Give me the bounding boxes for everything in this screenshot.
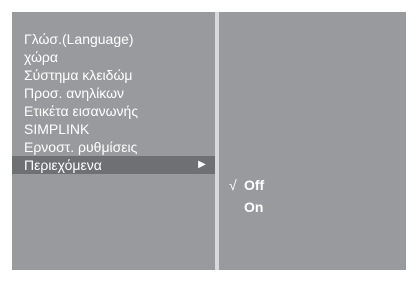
menu-item-factory-settings[interactable]: Ερνοστ. ρυθμίσεις [12,138,215,156]
menu-item-label: χώρα [24,49,58,65]
tv-menu-screen: Γλώσ.(Language) χώρα Σύστημα κλειδώμ Προ… [0,0,418,281]
contents-submenu: √ Off On [219,174,406,218]
submenu-option-on[interactable]: On [219,196,406,218]
menu-item-label: Σύστημα κλειδώμ [24,67,133,83]
submenu-option-label: On [244,199,264,215]
menu-item-simplink[interactable]: SIMPLINK [12,120,215,138]
menu-item-parental-control[interactable]: Προσ. ανηλίκων [12,84,215,102]
main-menu: Γλώσ.(Language) χώρα Σύστημα κλειδώμ Προ… [12,30,215,174]
submenu-option-label: Off [244,177,265,193]
right-triangle-icon: ▶ [198,159,206,170]
menu-item-label: Προσ. ανηλίκων [24,85,125,101]
menu-item-label: Γλώσ.(Language) [24,31,134,47]
menu-item-language[interactable]: Γλώσ.(Language) [12,30,215,48]
menu-item-contents[interactable]: Περιεχόμενα ▶ [12,156,215,174]
menu-item-label: Ετικέτα εισανωνής [24,103,139,119]
submenu-option-off[interactable]: √ Off [219,174,406,196]
menu-item-lock-system[interactable]: Σύστημα κλειδώμ [12,66,215,84]
menu-item-label: SIMPLINK [24,121,90,137]
menu-panel-right [219,12,406,270]
menu-item-label: Ερνοστ. ρυθμίσεις [24,139,138,155]
checkmark-icon: √ [229,177,237,193]
menu-item-label: Περιεχόμενα [24,157,102,173]
menu-item-country[interactable]: χώρα [12,48,215,66]
menu-item-input-label[interactable]: Ετικέτα εισανωνής [12,102,215,120]
